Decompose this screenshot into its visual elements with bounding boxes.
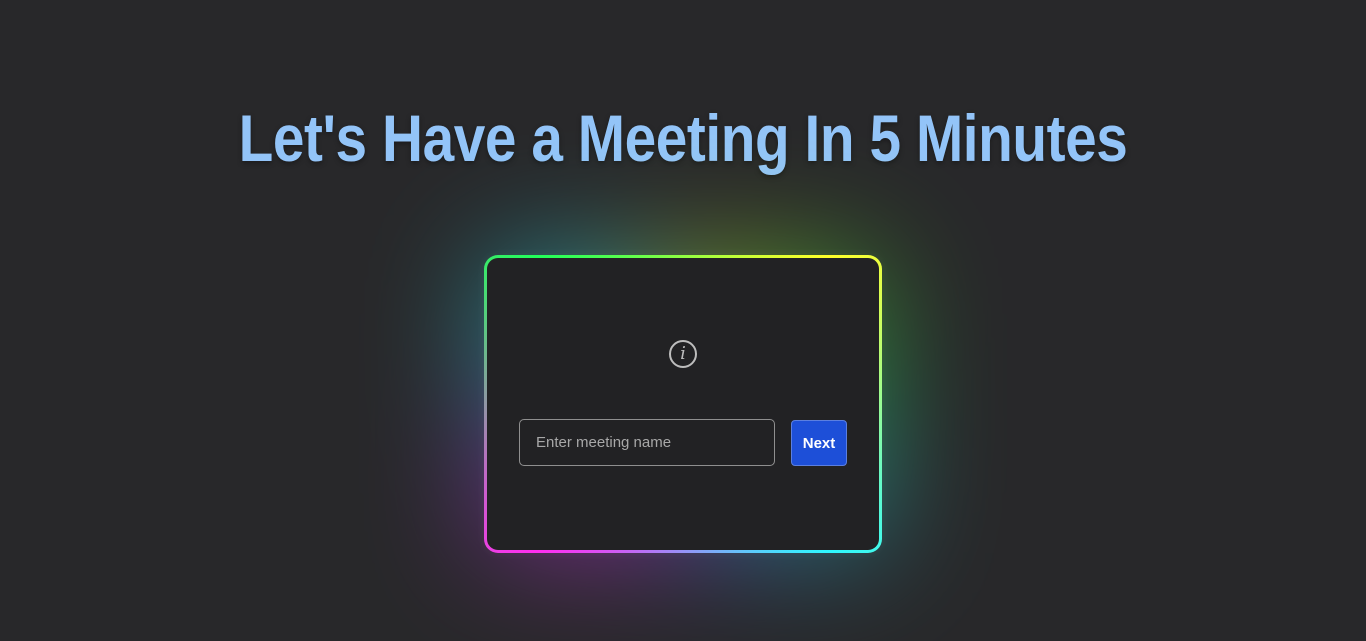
meeting-name-input[interactable]	[519, 419, 775, 466]
meeting-card: i Next	[484, 255, 882, 553]
next-button[interactable]: Next	[791, 420, 847, 466]
page-title: Let's Have a Meeting In 5 Minutes	[238, 101, 1128, 175]
meeting-page: Let's Have a Meeting In 5 Minutes i Next	[0, 0, 1366, 641]
info-icon[interactable]: i	[669, 340, 697, 368]
